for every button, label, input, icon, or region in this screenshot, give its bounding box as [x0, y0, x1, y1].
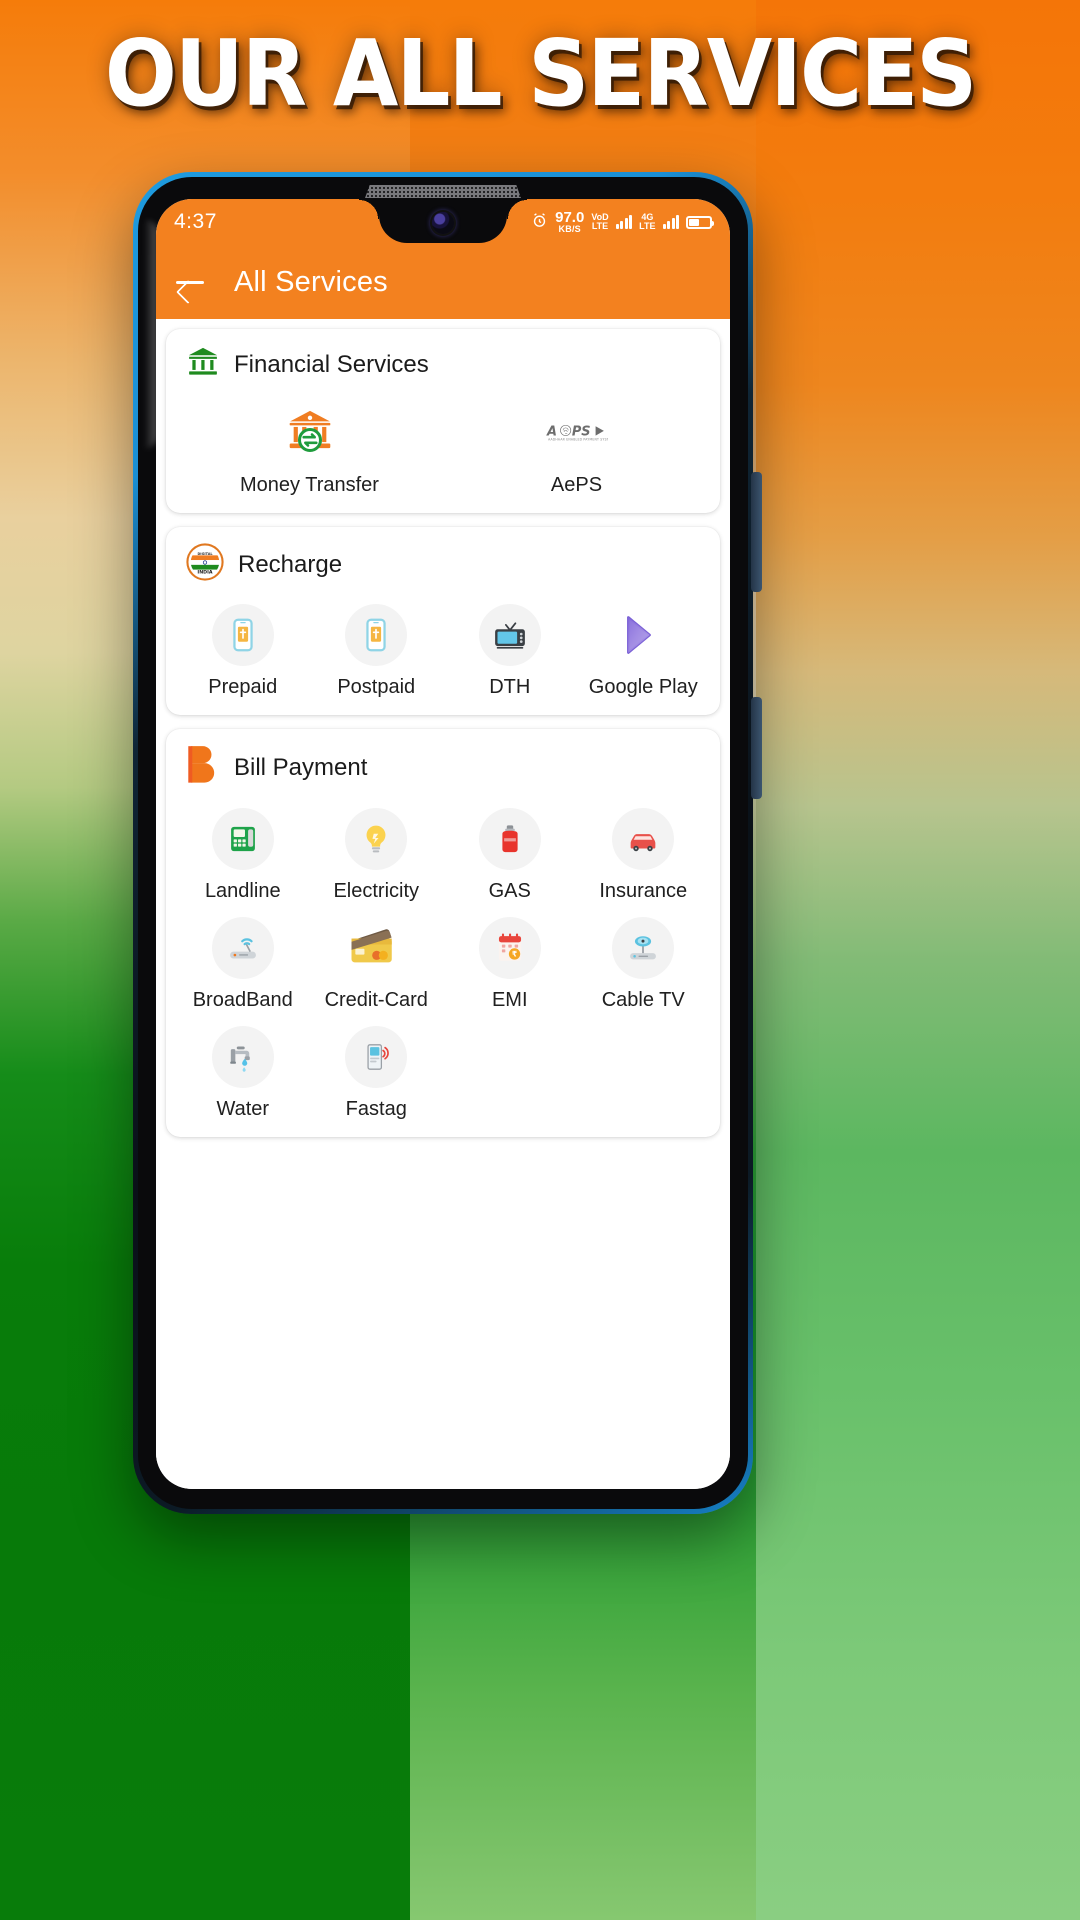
section-title: Bill Payment: [234, 753, 368, 781]
service-insurance[interactable]: Insurance: [577, 808, 711, 903]
india-flag-badge-icon: DIGITAL INDIA: [186, 543, 224, 586]
aeps-logo-icon: A PS AADHAAR ENABLED PAYMENT SYSTEM: [546, 402, 608, 464]
section-grid: Landline Electricity GAS Insurance Broad…: [176, 808, 710, 1121]
landline-phone-icon: [211, 808, 274, 870]
mobile-prepaid-icon: [211, 604, 274, 666]
service-google-play[interactable]: Google Play: [577, 604, 711, 699]
service-aeps[interactable]: A PS AADHAAR ENABLED PAYMENT SYSTEM AePS: [443, 402, 710, 497]
section-bill-payment: Bill Payment Landline Electricity GAS In…: [166, 729, 720, 1137]
service-water[interactable]: Water: [176, 1026, 310, 1121]
network-speed-value: 97.0: [555, 209, 585, 226]
app-bar: All Services: [156, 245, 730, 319]
water-tap-icon: [211, 1026, 274, 1088]
vod-lte-badge: VoD LTE: [591, 213, 608, 231]
gas-cylinder-icon: [478, 808, 541, 870]
bill-payment-b-icon: [186, 745, 220, 790]
lte-badge-bottom: LTE: [639, 221, 656, 231]
television-icon: [478, 604, 541, 666]
signal-bars-icon-1: [615, 215, 633, 229]
service-postpaid[interactable]: Postpaid: [310, 604, 444, 699]
service-label: Landline: [204, 880, 281, 902]
back-arrow-icon[interactable]: [176, 270, 206, 294]
service-money-transfer[interactable]: Money Transfer: [176, 402, 443, 497]
svg-text:AADHAAR ENABLED PAYMENT SYSTEM: AADHAAR ENABLED PAYMENT SYSTEM: [548, 438, 608, 442]
phone-screen: 4:37 97.0 KB/S VoD LTE 4G LTE All Servic…: [156, 199, 730, 1489]
service-dth[interactable]: DTH: [443, 604, 577, 699]
service-label: Postpaid: [337, 676, 416, 698]
power-button[interactable]: [751, 697, 762, 799]
network-speed-unit: KB/S: [558, 224, 581, 234]
vod-lte-badge-bottom: LTE: [591, 221, 609, 231]
section-grid: Money Transfer A PS AADHAAR ENABLED PAYM…: [176, 402, 710, 497]
alarm-icon: [531, 212, 548, 232]
service-gas[interactable]: GAS: [443, 808, 577, 903]
battery-icon: [686, 215, 714, 229]
poster-headline: OUR ALL SERVICES: [0, 28, 1080, 120]
service-broadband[interactable]: BroadBand: [176, 917, 310, 1012]
service-label: Insurance: [599, 880, 688, 902]
svg-text:₹: ₹: [512, 950, 517, 959]
bank-icon: [186, 345, 220, 384]
service-label: Fastag: [345, 1098, 407, 1120]
service-label: Electricity: [333, 880, 420, 902]
cable-tv-dish-icon: [612, 917, 675, 979]
status-icons: 97.0 KB/S VoD LTE 4G LTE: [531, 210, 714, 234]
content-filler: [166, 1151, 720, 1351]
section-header: Financial Services: [176, 345, 710, 384]
service-prepaid[interactable]: Prepaid: [176, 604, 310, 699]
section-grid: Prepaid Postpaid DTH Google Play: [176, 604, 710, 699]
phone-bezel: 4:37 97.0 KB/S VoD LTE 4G LTE All Servic…: [138, 177, 748, 1509]
google-play-icon: [612, 604, 674, 666]
svg-text:INDIA: INDIA: [197, 570, 212, 576]
service-label: DTH: [489, 676, 531, 698]
section-financial-services: Financial Services Money Transfer A PS A…: [166, 329, 720, 513]
front-camera-icon: [432, 212, 454, 234]
earpiece-grille-icon: [365, 185, 521, 198]
section-header: Bill Payment: [176, 745, 710, 790]
service-fastag[interactable]: Fastag: [310, 1026, 444, 1121]
money-transfer-icon: [279, 402, 341, 464]
service-label: Cable TV: [601, 989, 685, 1011]
mobile-postpaid-icon: [345, 604, 408, 666]
service-label: Prepaid: [208, 676, 278, 698]
service-label: Water: [216, 1098, 270, 1120]
service-label: AePS: [550, 474, 603, 496]
car-insurance-icon: [612, 808, 675, 870]
wifi-router-icon: [211, 917, 274, 979]
phone-mockup: 4:37 97.0 KB/S VoD LTE 4G LTE All Servic…: [133, 172, 762, 1514]
service-emi[interactable]: ₹ EMI: [443, 917, 577, 1012]
background-right-band: [756, 0, 1080, 1920]
service-cable-tv[interactable]: Cable TV: [577, 917, 711, 1012]
volume-button[interactable]: [751, 472, 762, 592]
service-label: Credit-Card: [324, 989, 428, 1011]
section-title: Recharge: [238, 550, 343, 578]
service-landline[interactable]: Landline: [176, 808, 310, 903]
signal-bars-icon-2: [662, 215, 679, 229]
lightbulb-icon: [345, 808, 408, 870]
emi-calendar-icon: ₹: [478, 917, 541, 979]
fastag-icon: [345, 1026, 408, 1088]
service-credit-card[interactable]: Credit-Card: [310, 917, 444, 1012]
service-label: BroadBand: [192, 989, 293, 1011]
service-label: GAS: [488, 880, 531, 902]
section-title: Financial Services: [234, 350, 429, 378]
service-electricity[interactable]: Electricity: [310, 808, 444, 903]
headline-text: OUR ALL SERVICES: [104, 20, 977, 127]
services-list[interactable]: Financial Services Money Transfer A PS A…: [156, 319, 730, 1489]
lte-badge: 4G LTE: [639, 213, 655, 231]
svg-text:DIGITAL: DIGITAL: [197, 552, 213, 556]
section-recharge: DIGITAL INDIA Recharge Prepaid Postpaid …: [166, 527, 720, 715]
credit-card-icon: [345, 917, 407, 979]
section-header: DIGITAL INDIA Recharge: [176, 543, 710, 586]
service-label: EMI: [491, 989, 528, 1011]
page-title: All Services: [234, 265, 388, 298]
service-label: Google Play: [588, 676, 698, 698]
status-time: 4:37: [174, 210, 217, 233]
service-label: Money Transfer: [240, 474, 379, 496]
network-speed: 97.0 KB/S: [555, 210, 584, 234]
